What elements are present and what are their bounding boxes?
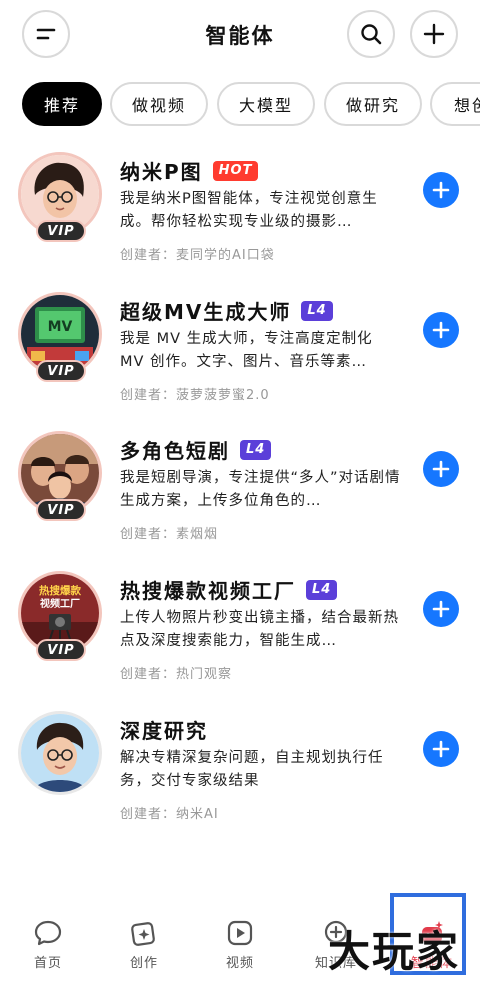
agent-creator: 创建者：热门观察	[120, 667, 233, 682]
nav-video[interactable]: 视频	[200, 908, 280, 978]
agent-description: 上传人物照片秒变出镜主播，结合最新热点及深度搜索能力，智能生成…	[120, 610, 399, 649]
agent-name: 纳米P图	[120, 160, 203, 184]
agent-creator: 创建者：纳米AI	[120, 807, 219, 822]
add-agent-button[interactable]	[423, 451, 459, 487]
nav-label: 视频	[225, 956, 254, 971]
agent-card[interactable]: VIP 纳米P图 HOT 我是纳米P图智能体，专注视觉创意生成。帮你轻松实现专业…	[0, 152, 480, 282]
plus-icon	[432, 460, 450, 478]
tab-recommended[interactable]: 推荐	[22, 82, 102, 126]
agent-title: 超级MV生成大师 L4	[120, 296, 333, 325]
plus-icon	[432, 181, 450, 199]
agent-title: 纳米P图 HOT	[120, 156, 259, 185]
agent-card[interactable]: VIP 多角色短剧 L4 我是短剧导演，专注提供“多人”对话剧情生成方案，上传多…	[0, 431, 480, 561]
agent-creator: 创建者：麦同学的AI口袋	[120, 248, 275, 263]
agent-description: 我是 MV 生成大师，专注高度定制化 MV 创作。文字、图片、音乐等素…	[120, 331, 373, 370]
agent-card[interactable]: 热搜爆款 视频工厂 VIP 热搜爆款视频工厂 L4 上传人物照片秒变出镜主播，结…	[0, 571, 480, 701]
add-agent-button[interactable]	[423, 172, 459, 208]
avatar-text: 视频工厂	[40, 597, 80, 610]
plus-icon	[432, 321, 450, 339]
agent-title: 多角色短剧 L4	[120, 435, 272, 464]
add-agent-button[interactable]	[423, 312, 459, 348]
agent-description: 我是纳米P图智能体，专注视觉创意生成。帮你轻松实现专业级的摄影…	[120, 191, 378, 230]
agent-avatar	[18, 711, 102, 795]
agent-title: 热搜爆款视频工厂 L4	[120, 575, 338, 604]
agent-creator: 创建者：素烟烟	[120, 527, 219, 542]
plus-icon	[423, 23, 445, 45]
agent-name: 多角色短剧	[120, 439, 230, 463]
page-title: 智能体	[205, 24, 275, 48]
nav-label: 创作	[129, 956, 158, 971]
chat-bubble-icon	[34, 920, 62, 946]
agent-name: 深度研究	[120, 719, 208, 743]
vip-badge: VIP	[36, 499, 86, 521]
nav-label: 首页	[33, 956, 62, 971]
vip-badge: VIP	[36, 220, 86, 242]
tab-research[interactable]: 做研究	[324, 82, 422, 126]
search-icon	[361, 24, 382, 45]
nav-home[interactable]: 首页	[8, 908, 88, 978]
nav-create[interactable]: 创作	[104, 908, 184, 978]
plus-icon	[432, 740, 450, 758]
avatar-text: 热搜爆款	[39, 584, 81, 597]
category-tabs: 推荐 做视频 大模型 做研究 想创	[0, 82, 480, 128]
agent-card[interactable]: 深度研究 解决专精深复杂问题，自主规划执行任务，交付专家级结果 创建者：纳米AI	[0, 711, 480, 841]
tab-create[interactable]: 想创	[430, 82, 480, 126]
level-badge: L4	[306, 579, 338, 600]
agent-creator: 创建者：菠萝菠萝蜜2.0	[120, 388, 270, 403]
agent-title: 深度研究	[120, 715, 208, 744]
agent-name: 超级MV生成大师	[120, 300, 292, 324]
add-button[interactable]	[410, 10, 458, 58]
vip-badge: VIP	[36, 360, 86, 382]
hot-badge: HOT	[212, 160, 259, 181]
tab-make-video[interactable]: 做视频	[110, 82, 208, 126]
agent-card[interactable]: MV VIP 超级MV生成大师 L4 我是 MV 生成大师，专注高度定制化 MV…	[0, 292, 480, 422]
video-play-icon	[227, 920, 253, 946]
agent-description: 解决专精深复杂问题，自主规划执行任务，交付专家级结果	[120, 750, 384, 789]
add-agent-button[interactable]	[423, 731, 459, 767]
search-button[interactable]	[347, 10, 395, 58]
add-agent-button[interactable]	[423, 591, 459, 627]
svg-text:MV: MV	[48, 319, 73, 335]
create-sparkle-icon	[131, 922, 155, 946]
vip-badge: VIP	[36, 639, 86, 661]
agent-description: 我是短剧导演，专注提供“多人”对话剧情生成方案，上传多位角色的…	[120, 470, 401, 509]
agent-name: 热搜爆款视频工厂	[120, 579, 296, 603]
plus-icon	[432, 600, 450, 618]
watermark-logo: 大玩家	[328, 927, 461, 976]
tab-large-model[interactable]: 大模型	[217, 82, 315, 126]
level-badge: L4	[301, 300, 333, 321]
top-bar: 智能体	[0, 0, 480, 70]
level-badge: L4	[240, 439, 272, 460]
